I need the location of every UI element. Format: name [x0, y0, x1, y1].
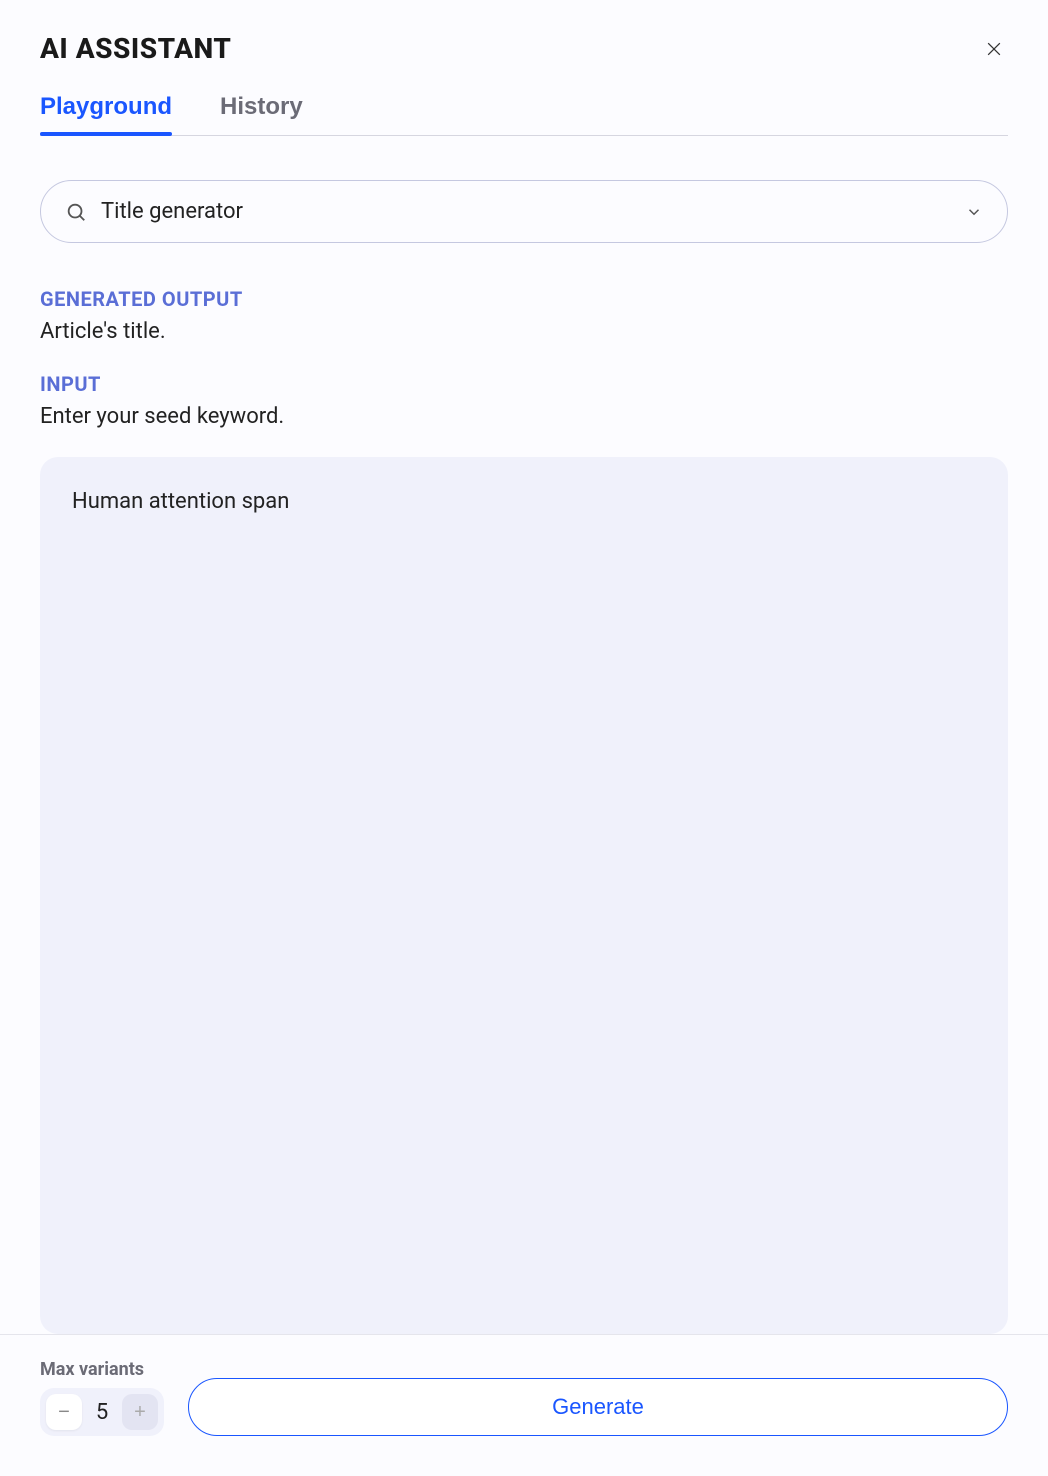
close-icon — [984, 39, 1004, 59]
tab-history[interactable]: History — [220, 93, 303, 135]
seed-input[interactable] — [40, 457, 1008, 1334]
close-button[interactable] — [980, 35, 1008, 63]
variants-group: Max variants − 5 + — [40, 1359, 164, 1436]
output-label: GENERATED OUTPUT — [40, 287, 1008, 311]
tab-playground[interactable]: Playground — [40, 93, 172, 135]
search-icon — [65, 201, 87, 223]
input-description: Enter your seed keyword. — [40, 404, 1008, 429]
variants-increment-button[interactable]: + — [122, 1394, 158, 1430]
variants-decrement-button[interactable]: − — [46, 1394, 82, 1430]
plus-icon: + — [134, 1401, 146, 1424]
output-description: Article's title. — [40, 319, 1008, 344]
variants-label: Max variants — [40, 1359, 164, 1380]
minus-icon: − — [58, 1401, 70, 1424]
footer: Max variants − 5 + Generate — [0, 1334, 1048, 1476]
input-label: INPUT — [40, 372, 1008, 396]
variants-stepper: − 5 + — [40, 1388, 164, 1436]
template-selector[interactable]: Title generator — [40, 180, 1008, 243]
panel-title: AI ASSISTANT — [40, 32, 231, 65]
chevron-down-icon — [965, 203, 983, 221]
tabs: Playground History — [40, 93, 1008, 136]
header: AI ASSISTANT — [40, 32, 1008, 65]
variants-value: 5 — [92, 1400, 112, 1425]
generate-button[interactable]: Generate — [188, 1378, 1008, 1436]
template-selector-value: Title generator — [101, 199, 951, 224]
